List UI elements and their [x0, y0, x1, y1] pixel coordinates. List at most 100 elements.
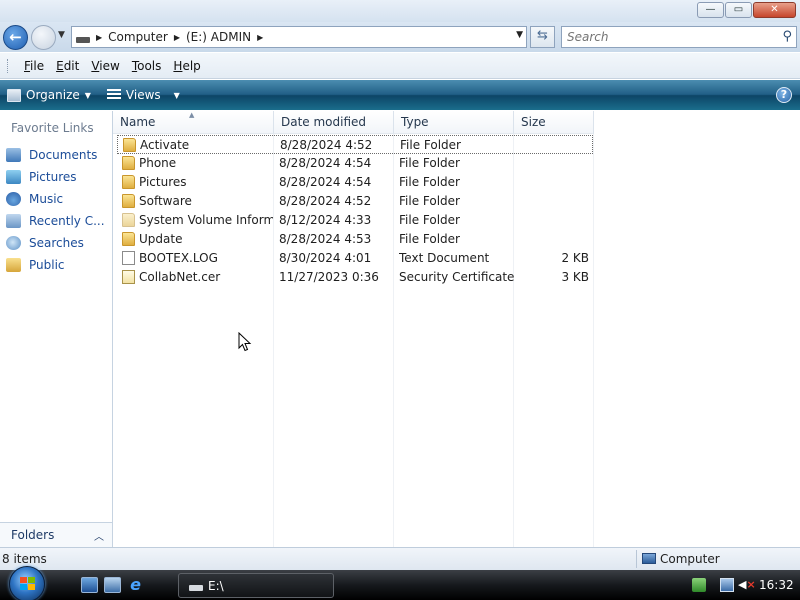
menu-edit[interactable]: Edit [50, 59, 85, 73]
file-row-update[interactable]: Update 8/28/2024 4:53 File Folder [117, 230, 593, 249]
recent-pages-dropdown-icon[interactable]: ▼ [58, 30, 65, 40]
maximize-button[interactable]: ▭ [725, 2, 752, 18]
command-bar: Organize ▼ Views ▼ ? [0, 80, 800, 110]
file-row-pictures[interactable]: Pictures 8/28/2024 4:54 File Folder [117, 173, 593, 192]
start-button[interactable] [9, 566, 45, 600]
favorite-link-recently-changed[interactable]: Recently C... [6, 210, 110, 232]
column-header-date-modified[interactable]: Date modified [274, 111, 394, 134]
file-name: Software [139, 194, 192, 208]
taskbar-window-label: E:\ [208, 579, 224, 593]
file-name: Phone [139, 156, 177, 170]
file-type: File Folder [399, 194, 460, 208]
menu-help[interactable]: Help [167, 59, 206, 73]
network-icon[interactable] [720, 578, 734, 592]
documents-icon [6, 148, 21, 162]
file-type: Text Document [399, 251, 490, 265]
help-button[interactable]: ? [776, 87, 792, 103]
breadcrumb-computer[interactable]: Computer [108, 30, 168, 44]
favorite-link-searches[interactable]: Searches [6, 232, 110, 254]
searches-icon [6, 236, 21, 250]
file-row-phone[interactable]: Phone 8/28/2024 4:54 File Folder [117, 154, 593, 173]
clock[interactable]: 16:32 [759, 578, 794, 592]
file-name: System Volume Inform... [139, 213, 273, 227]
file-date: 8/12/2024 4:33 [279, 213, 372, 227]
breadcrumb-admin-drive[interactable]: (E:) ADMIN [186, 30, 251, 44]
favorite-link-pictures[interactable]: Pictures [6, 166, 110, 188]
system-tray: ◀× 16:32 [686, 576, 800, 596]
breadcrumb-arrow-icon[interactable]: ▶ [96, 33, 102, 42]
file-date: 8/28/2024 4:54 [279, 156, 372, 170]
switch-windows-icon[interactable] [104, 577, 121, 593]
computer-icon [642, 553, 656, 564]
minimize-button[interactable]: — [697, 2, 724, 18]
certificate-icon [122, 270, 135, 284]
column-header-type[interactable]: Type [394, 111, 514, 134]
file-name: CollabNet.cer [139, 270, 221, 284]
column-header-label: Size [521, 115, 546, 129]
music-icon [6, 192, 21, 206]
menu-view[interactable]: View [85, 59, 125, 73]
address-bar[interactable]: ▶ Computer ▶ (E:) ADMIN ▶ ▼ [71, 26, 527, 48]
file-row-collabnet-cer[interactable]: CollabNet.cer 11/27/2023 0:36 Security C… [117, 268, 593, 287]
favorite-link-music[interactable]: Music [6, 188, 110, 210]
search-box[interactable]: ⚲ [561, 26, 797, 48]
file-size [517, 192, 589, 211]
file-row-activate[interactable]: Activate 8/28/2024 4:52 File Folder [117, 135, 593, 154]
views-dropdown-icon[interactable]: ▼ [174, 91, 180, 100]
file-name: Activate [140, 138, 190, 152]
search-input[interactable] [567, 28, 767, 46]
file-size [518, 136, 590, 155]
column-divider [593, 134, 594, 547]
public-icon [6, 258, 21, 272]
file-name: Pictures [139, 175, 187, 189]
refresh-button[interactable]: ⇆ [530, 26, 555, 48]
file-type: Security Certificate [399, 270, 514, 284]
taskbar-explorer-window[interactable]: E:\ [178, 573, 334, 598]
column-header-name[interactable]: ▲ Name [113, 111, 274, 134]
column-header-size[interactable]: Size [514, 111, 594, 134]
favorite-links-list: Documents Pictures Music Recently C... S… [6, 144, 110, 276]
file-date: 11/27/2023 0:36 [279, 270, 379, 284]
file-size [517, 154, 589, 173]
volume-muted-icon[interactable]: ◀× [738, 578, 756, 592]
text-document-icon [122, 251, 135, 265]
favorite-link-documents[interactable]: Documents [6, 144, 110, 166]
close-button[interactable]: ✕ [753, 2, 796, 18]
file-date: 8/28/2024 4:52 [279, 194, 372, 208]
file-name: BOOTEX.LOG [139, 251, 218, 265]
views-button[interactable]: Views ▼ [106, 88, 180, 102]
organize-label: Organize [26, 88, 80, 102]
search-icon[interactable]: ⚲ [782, 29, 792, 44]
organize-icon [7, 88, 21, 102]
file-date: 8/28/2024 4:52 [280, 138, 373, 152]
file-row-system-volume-information[interactable]: System Volume Inform... 8/12/2024 4:33 F… [117, 211, 593, 230]
file-name: Update [139, 232, 183, 246]
menu-bar: File Edit View Tools Help [0, 53, 800, 79]
back-button[interactable]: ← [3, 25, 28, 50]
drive-icon [76, 37, 90, 43]
folders-toggle[interactable]: Folders ︿ [0, 522, 112, 547]
windows-logo-icon [20, 577, 35, 591]
security-center-icon[interactable] [692, 578, 706, 592]
file-size [517, 230, 589, 249]
show-desktop-icon[interactable] [81, 577, 98, 593]
breadcrumb-arrow-icon[interactable]: ▶ [257, 33, 263, 42]
file-type: File Folder [399, 175, 460, 189]
address-toolbar: ← ▼ ▶ Computer ▶ (E:) ADMIN ▶ ▼ ⇆ ⚲ [0, 22, 800, 52]
organize-button[interactable]: Organize ▼ [7, 88, 91, 102]
favorite-link-label: Pictures [29, 170, 77, 184]
folder-icon [123, 138, 136, 152]
favorite-link-public[interactable]: Public [6, 254, 110, 276]
column-header-label: Date modified [281, 115, 367, 129]
file-row-software[interactable]: Software 8/28/2024 4:52 File Folder [117, 192, 593, 211]
address-dropdown-icon[interactable]: ▼ [516, 30, 523, 40]
internet-explorer-icon[interactable]: e [127, 577, 144, 593]
file-date: 8/28/2024 4:54 [279, 175, 372, 189]
breadcrumb-arrow-icon[interactable]: ▶ [174, 33, 180, 42]
menu-file[interactable]: File [18, 59, 50, 73]
favorite-link-label: Recently C... [29, 214, 105, 228]
file-row-bootex-log[interactable]: BOOTEX.LOG 8/30/2024 4:01 Text Document … [117, 249, 593, 268]
file-date: 8/30/2024 4:01 [279, 251, 372, 265]
forward-button[interactable] [31, 25, 56, 50]
menu-tools[interactable]: Tools [126, 59, 168, 73]
